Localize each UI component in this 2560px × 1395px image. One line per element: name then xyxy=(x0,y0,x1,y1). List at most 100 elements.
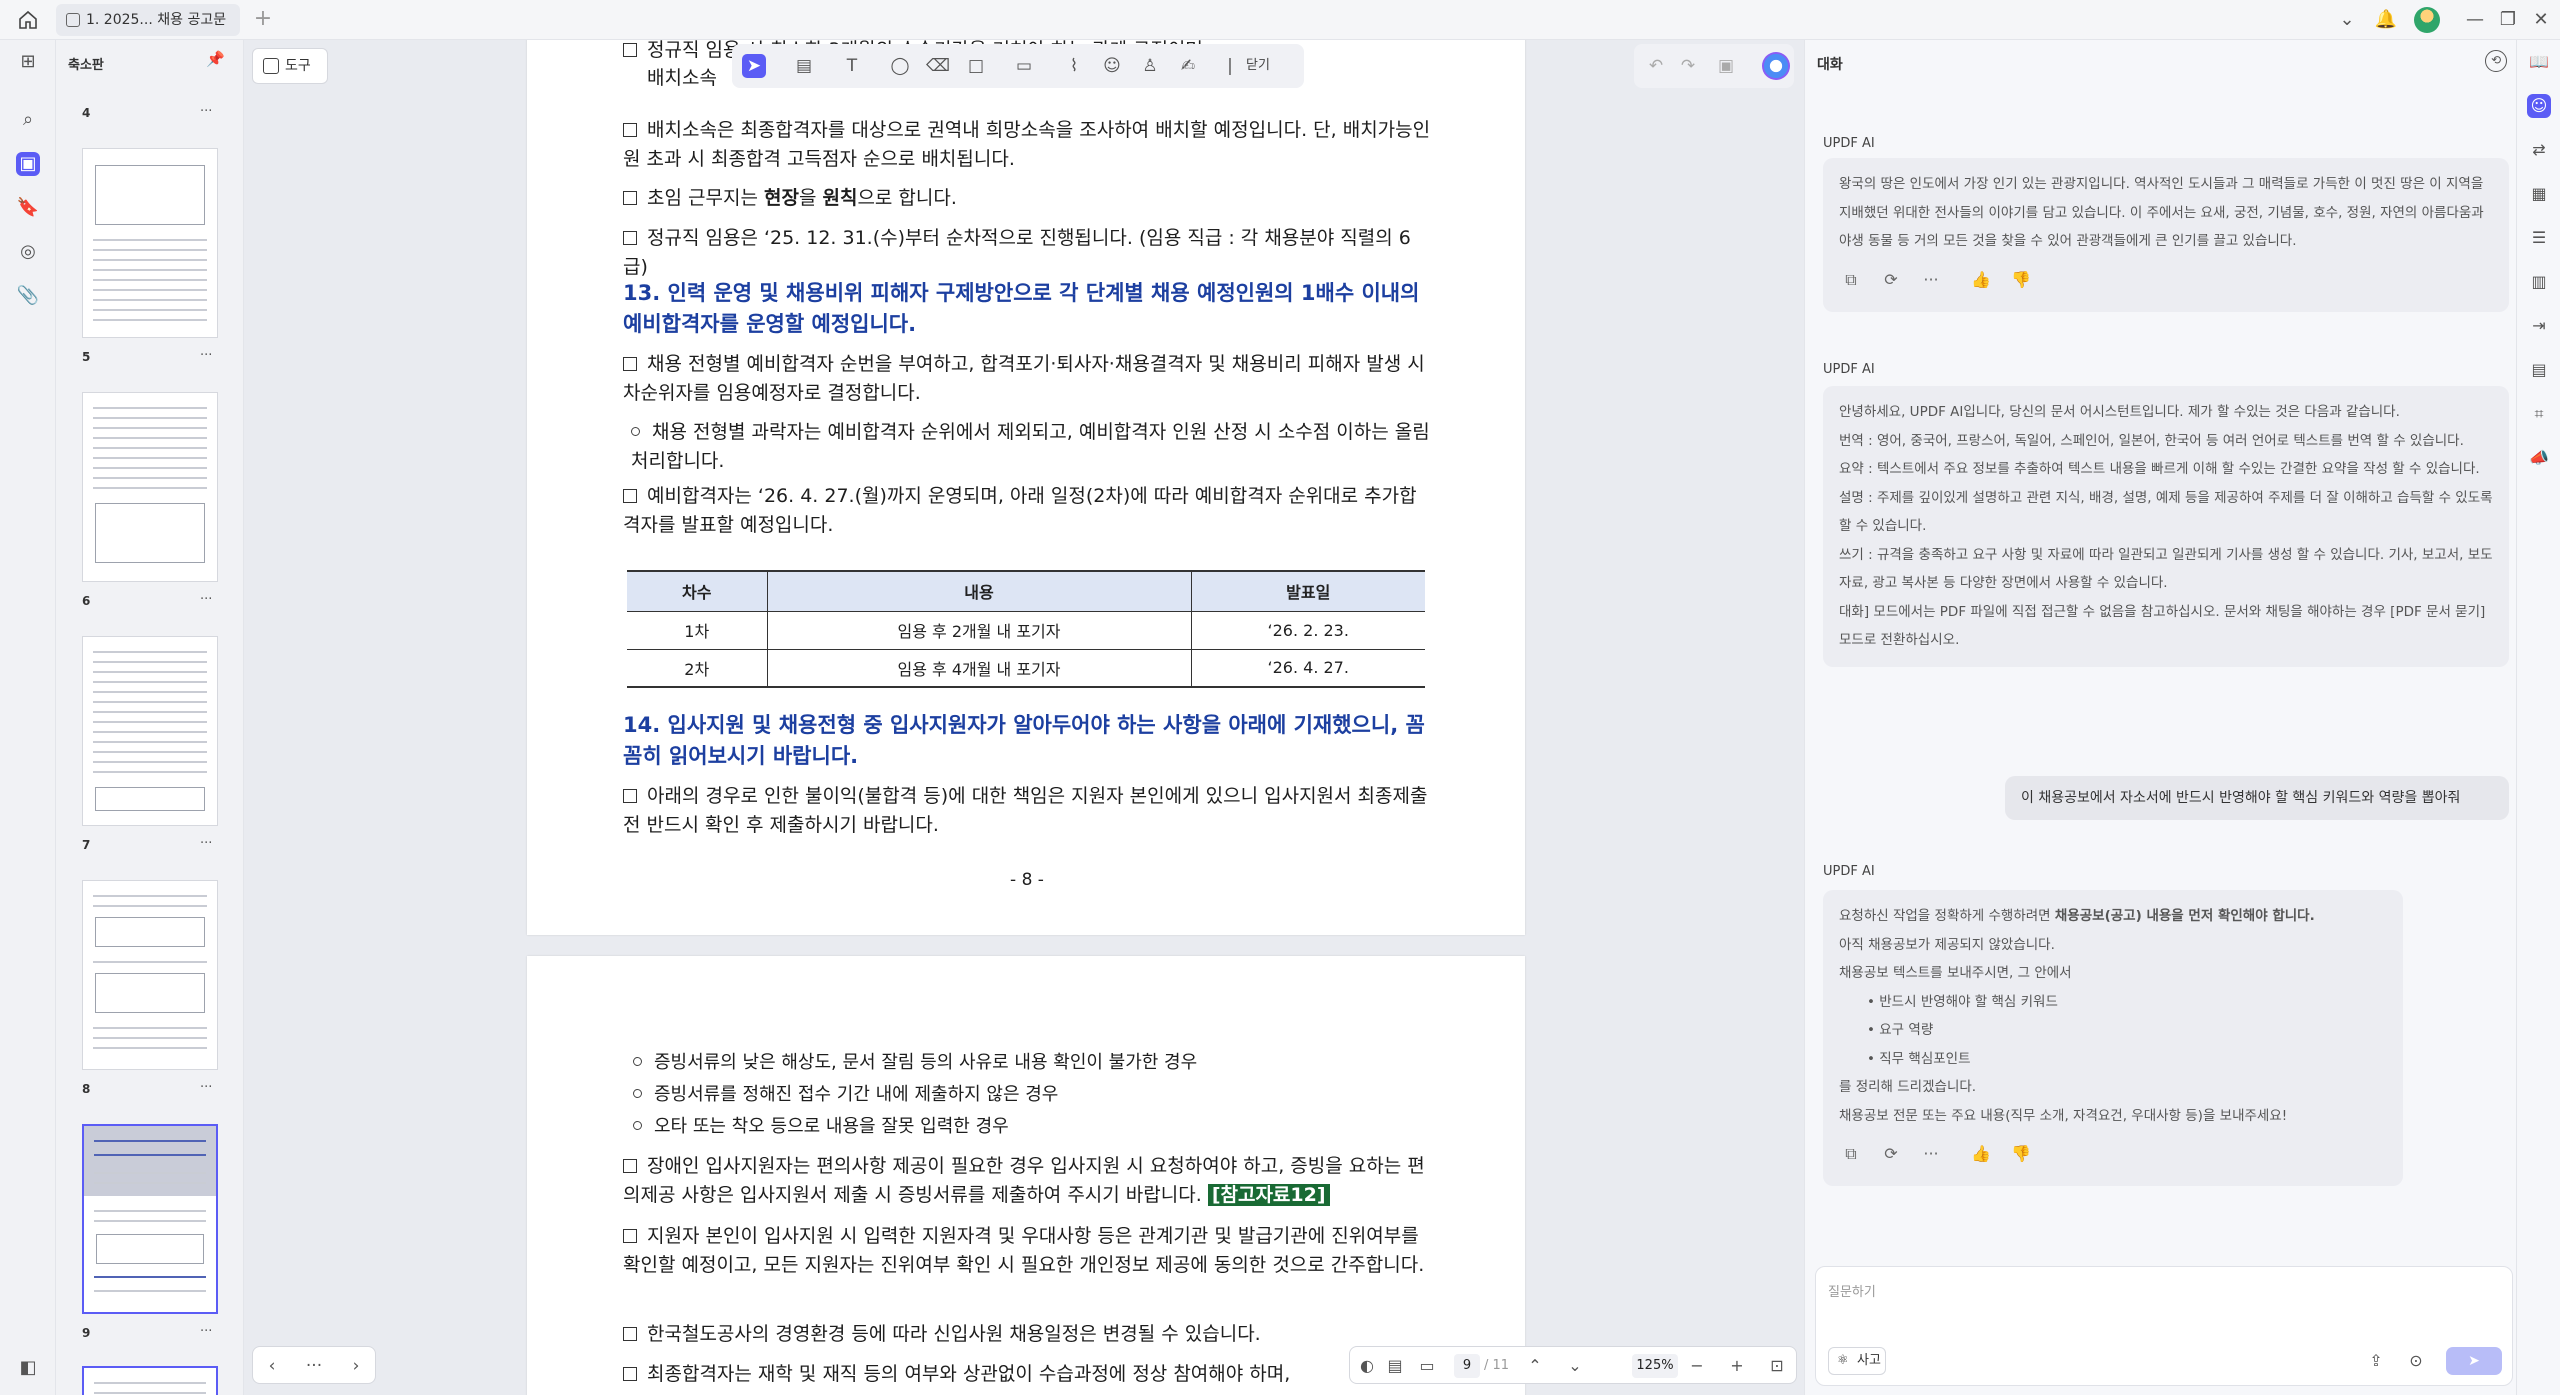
select-cursor-icon[interactable]: ➤ xyxy=(742,54,766,78)
page-thumbnail-5[interactable] xyxy=(82,148,218,338)
highlight-icon[interactable]: ▭ xyxy=(1012,54,1036,78)
page-more-icon[interactable]: ··· xyxy=(200,1324,212,1339)
doc-paragraph: 채용 전형별 예비합격자 순번을 부여하고, 합격포기·퇴사자·채용결격자 및 … xyxy=(623,353,1425,404)
current-page-input[interactable]: 9 xyxy=(1454,1354,1480,1378)
translate-icon[interactable]: ⇄ xyxy=(2527,138,2551,162)
presentation-icon[interactable]: ◐ xyxy=(1354,1353,1380,1379)
thumbnail-panel: 축소판 📌 4 ··· 5 ··· 6 ··· 7 ··· 8 ··· 9 ··… xyxy=(56,40,244,1395)
thumbs-down-icon[interactable]: 👎 xyxy=(2009,1142,2033,1166)
doc-subparagraph: 채용 전형별 과락자는 예비합격자 순위에서 제외되고, 예비합격자 인원 산정… xyxy=(631,421,1430,472)
chat-input-box[interactable]: 질문하기 ⚛ 사고 ⇪ ⊙ ➤ xyxy=(1815,1266,2513,1386)
document-tab[interactable]: 1. 2025... 채용 공고문 xyxy=(56,4,240,36)
eraser-icon[interactable]: ⌫ xyxy=(926,54,950,78)
zoom-out-icon[interactable]: − xyxy=(1684,1353,1710,1379)
more-icon[interactable]: ··· xyxy=(301,1353,327,1379)
scan-icon[interactable]: ⌗ xyxy=(2527,402,2551,426)
chevron-up-icon[interactable]: ⌃ xyxy=(1522,1353,1548,1379)
reference-tag: [참고자료12] xyxy=(1207,1184,1330,1206)
thumbs-up-icon[interactable]: 👍 xyxy=(1969,268,1993,292)
page-thumbnail-8[interactable] xyxy=(82,880,218,1070)
text-tool-icon[interactable]: T xyxy=(840,54,864,78)
more-icon[interactable]: ··· xyxy=(1919,268,1943,292)
chevron-left-icon[interactable]: ‹ xyxy=(259,1353,285,1379)
fit-page-icon[interactable]: ⊡ xyxy=(1764,1353,1790,1379)
chevron-down-icon[interactable]: ⌄ xyxy=(2333,6,2361,34)
pin-icon[interactable]: 📌 xyxy=(206,50,226,70)
page-thumbnail-6[interactable] xyxy=(82,392,218,582)
table-header: 발표일 xyxy=(1190,570,1425,612)
bell-icon[interactable]: 🔔 xyxy=(2372,6,2400,34)
minimize-icon[interactable]: — xyxy=(2461,6,2489,34)
form-icon[interactable]: ☰ xyxy=(2527,226,2551,250)
screenshot-icon[interactable]: ⊙ xyxy=(2404,1349,2428,1373)
save-icon[interactable]: ▣ xyxy=(1714,54,1738,78)
regenerate-icon[interactable]: ⟳ xyxy=(1879,268,1903,292)
home-icon[interactable] xyxy=(16,8,40,32)
page-more-icon[interactable]: ··· xyxy=(200,1080,212,1095)
zoom-level[interactable]: 125% xyxy=(1632,1354,1678,1378)
chevron-down-icon[interactable]: ⌄ xyxy=(1562,1353,1588,1379)
undo-icon[interactable]: ↶ xyxy=(1644,54,1668,78)
toolbox-icon xyxy=(263,58,279,74)
page-more-icon[interactable]: ··· xyxy=(200,104,212,119)
user-message: 이 채용공보에서 자소서에 반드시 반영해야 할 핵심 키워드와 역량을 뽑아줘 xyxy=(2005,776,2509,820)
ocr-icon[interactable]: ▦ xyxy=(2527,182,2551,206)
annotation-toolbar: ➤ ▤ T ◯ ⌫ □ ▭ ⌇ ☺ ♙ ✍ | 닫기 xyxy=(732,44,1304,88)
close-icon[interactable]: ✕ xyxy=(2527,6,2555,34)
ai-chat-icon[interactable]: ☺ xyxy=(2527,94,2551,118)
new-tab-button[interactable]: + xyxy=(250,6,276,32)
megaphone-icon[interactable]: 📣 xyxy=(2527,446,2551,470)
redo-icon[interactable]: ↷ xyxy=(1676,54,1700,78)
sticker-icon[interactable]: ☺ xyxy=(1100,54,1124,78)
paperclip-icon[interactable]: ⌇ xyxy=(1062,54,1086,78)
chevron-right-icon[interactable]: › xyxy=(343,1353,369,1379)
apps-grid-icon[interactable]: ⊞ xyxy=(16,50,40,74)
compress-icon[interactable]: ▤ xyxy=(2527,358,2551,382)
doc-paragraph: 배치소속은 최종합격자를 대상으로 권역내 희망소속을 조사하여 배치할 예정입… xyxy=(623,119,1431,170)
more-icon[interactable]: ··· xyxy=(1919,1142,1943,1166)
page-layout-icon[interactable]: ▤ xyxy=(1382,1353,1408,1379)
zoom-in-icon[interactable]: + xyxy=(1724,1353,1750,1379)
comment-icon[interactable]: ◎ xyxy=(16,240,40,264)
tools-button[interactable]: 도구 xyxy=(252,48,328,84)
comment-bubble-icon[interactable]: ◯ xyxy=(888,54,912,78)
page-more-icon[interactable]: ··· xyxy=(200,348,212,363)
signature-icon[interactable]: ✍ xyxy=(1176,54,1200,78)
history-icon[interactable]: ⟲ xyxy=(2485,50,2507,72)
text-box-icon[interactable]: ▤ xyxy=(792,54,816,78)
avatar[interactable] xyxy=(2414,7,2440,33)
total-pages: / 11 xyxy=(1484,1358,1510,1373)
regenerate-icon[interactable]: ⟳ xyxy=(1879,1142,1903,1166)
updf-ai-icon[interactable] xyxy=(1762,52,1790,80)
thumbs-down-icon[interactable]: 👎 xyxy=(2009,268,2033,292)
list-item: • 요구 역량 xyxy=(1867,1022,1934,1038)
search-icon[interactable]: ⌕ xyxy=(16,108,40,132)
bookmark-icon[interactable]: 🔖 xyxy=(16,196,40,220)
restore-icon[interactable]: ❐ xyxy=(2494,6,2522,34)
stamp-icon[interactable]: ♙ xyxy=(1138,54,1162,78)
send-button[interactable]: ➤ xyxy=(2446,1347,2502,1375)
thumbnails-icon[interactable]: ▣ xyxy=(16,152,40,176)
attachment-icon[interactable]: 📎 xyxy=(16,284,40,308)
copy-icon[interactable]: ⧉ xyxy=(1839,1142,1863,1166)
page-more-icon[interactable]: ··· xyxy=(200,592,212,607)
page-thumbnail-10[interactable] xyxy=(82,1366,218,1395)
ai-message-text: 요청하신 작업을 정확하게 수행하려면 채용공보(공고) 내용을 먼저 확인해야… xyxy=(1839,908,2315,924)
close-annotation-button[interactable]: 닫기 xyxy=(1240,54,1276,78)
shape-rectangle-icon[interactable]: □ xyxy=(964,54,988,78)
page-more-icon[interactable]: ··· xyxy=(200,836,212,851)
organize-icon[interactable]: ▥ xyxy=(2527,270,2551,294)
think-mode-button[interactable]: ⚛ 사고 xyxy=(1828,1347,1886,1375)
table-row: 1차 임용 후 2개월 내 포기자 ‘26. 2. 23. xyxy=(627,611,1425,650)
export-icon[interactable]: ⇥ xyxy=(2527,314,2551,338)
slideshow-icon[interactable]: ▭ xyxy=(1414,1353,1440,1379)
layers-icon[interactable]: ◧ xyxy=(16,1356,40,1380)
page-thumbnail-7[interactable] xyxy=(82,636,218,826)
thumbs-up-icon[interactable]: 👍 xyxy=(1969,1142,1993,1166)
page-thumbnail-9[interactable] xyxy=(82,1124,218,1314)
ai-message-text: 요약 : 텍스트에서 주요 정보를 추출하여 텍스트 내용을 빠르게 이해 할 … xyxy=(1839,461,2480,477)
book-icon[interactable]: 📖 xyxy=(2527,50,2551,74)
copy-icon[interactable]: ⧉ xyxy=(1839,268,1863,292)
upload-file-icon[interactable]: ⇪ xyxy=(2364,1349,2388,1373)
circle-bullet xyxy=(633,1057,642,1066)
